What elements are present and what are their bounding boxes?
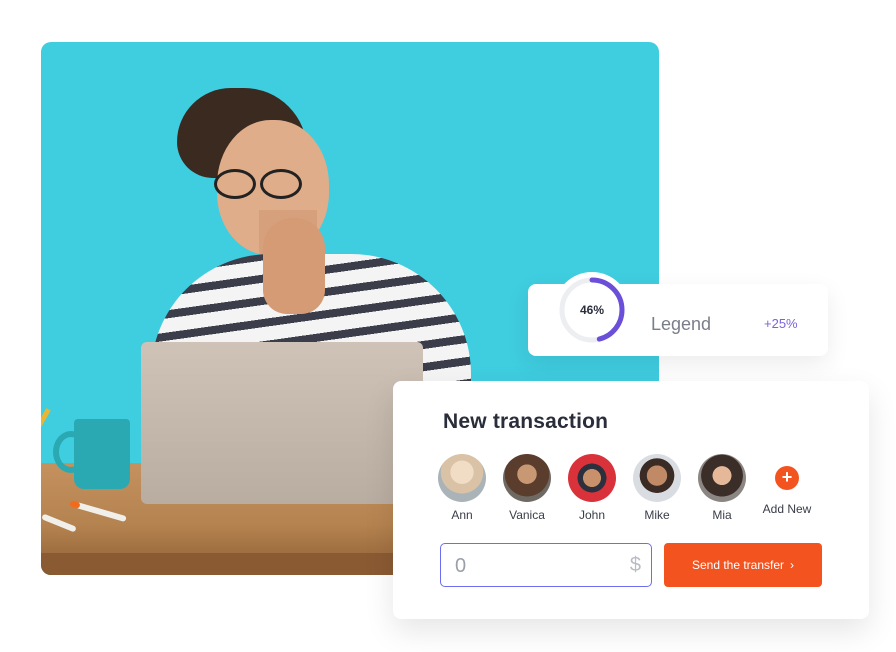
legend-change: +25%	[764, 316, 798, 331]
avatar	[568, 454, 616, 502]
avatar	[698, 454, 746, 502]
plus-icon: +	[775, 466, 799, 490]
new-transaction-card: New transaction Ann Vanica John Mike Mia…	[393, 381, 869, 619]
add-new-label: Add New	[762, 502, 812, 516]
avatar	[633, 454, 681, 502]
amount-field[interactable]: $	[440, 543, 652, 587]
add-new-contact-button[interactable]: + Add New	[755, 454, 819, 516]
legend-card: 46% Legend +25%	[528, 274, 828, 356]
send-transfer-label: Send the transfer	[691, 558, 785, 572]
contact-mia[interactable]: Mia	[690, 454, 754, 522]
legend-label: Legend	[651, 314, 712, 334]
laptop	[141, 342, 423, 504]
contact-name: Vanica	[509, 508, 545, 522]
contact-vanica[interactable]: Vanica	[495, 454, 559, 522]
contact-name: Mia	[712, 508, 732, 522]
pencil	[41, 408, 51, 428]
avatar	[438, 454, 486, 502]
avatar	[503, 454, 551, 502]
progress-percent: 46%	[579, 303, 605, 317]
amount-input[interactable]	[453, 552, 617, 580]
contact-john[interactable]: John	[560, 454, 624, 522]
contacts-row: Ann Vanica John Mike Mia + Add New	[430, 454, 830, 534]
contact-ann[interactable]: Ann	[430, 454, 494, 522]
contact-mike[interactable]: Mike	[625, 454, 689, 522]
glasses-shape	[214, 169, 302, 199]
contact-name: Mike	[644, 508, 670, 522]
card-title: New transaction	[443, 410, 609, 433]
send-transfer-button[interactable]: Send the transfer ›	[664, 543, 822, 587]
contact-name: John	[578, 508, 606, 522]
chevron-right-icon: ›	[790, 558, 795, 572]
contact-name: Ann	[451, 508, 473, 522]
progress-ring: 46%	[556, 274, 628, 346]
mug	[74, 419, 130, 489]
dollar-icon: $	[629, 554, 641, 576]
hand-shape	[263, 218, 325, 314]
